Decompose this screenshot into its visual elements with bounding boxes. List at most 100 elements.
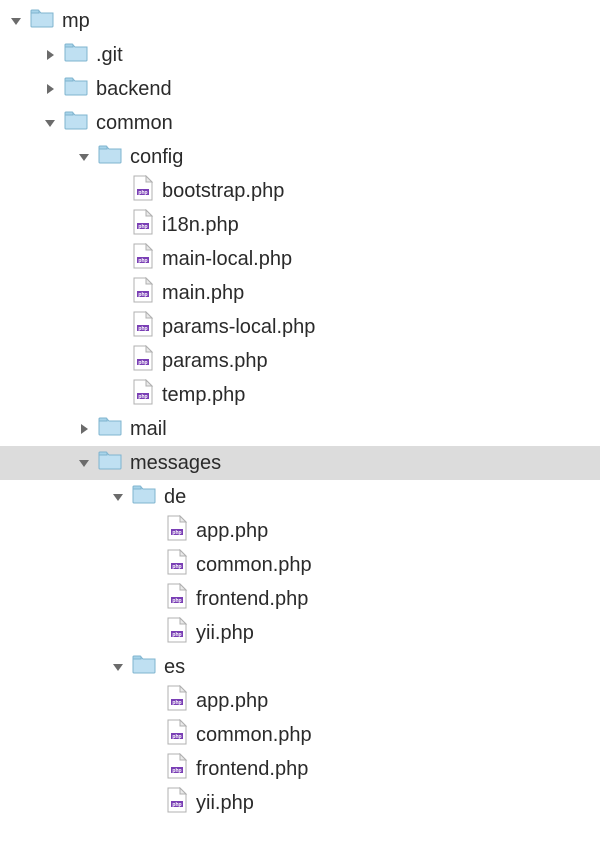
- svg-text:php: php: [138, 326, 147, 332]
- svg-text:php: php: [138, 258, 147, 264]
- tree-row-es-common-php[interactable]: phpcommon.php: [0, 718, 600, 752]
- php-file-icon: php: [132, 175, 162, 207]
- chevron-right-icon[interactable]: [76, 421, 92, 437]
- svg-text:php: php: [138, 394, 147, 400]
- tree-row-params-local-php[interactable]: php params-local.php: [0, 310, 600, 344]
- tree-row-main-php[interactable]: php main.php: [0, 276, 600, 310]
- tree-row-de[interactable]: de: [0, 480, 600, 514]
- disclosure-placeholder: [144, 591, 160, 607]
- php-file-icon: php: [132, 311, 162, 343]
- chevron-down-icon[interactable]: [42, 115, 58, 131]
- tree-item-label: temp.php: [162, 384, 245, 407]
- chevron-down-icon[interactable]: [8, 13, 24, 29]
- tree-row-backend[interactable]: backend: [0, 72, 600, 106]
- folder-icon: [64, 110, 96, 136]
- folder-icon: [132, 484, 164, 510]
- disclosure-placeholder: [144, 625, 160, 641]
- tree-item-label: frontend.php: [196, 758, 308, 781]
- disclosure-placeholder: [144, 727, 160, 743]
- php-file-icon: php: [166, 617, 196, 649]
- tree-row-params-php[interactable]: php params.php: [0, 344, 600, 378]
- php-file-icon: php: [166, 787, 196, 819]
- tree-row-i18n-php[interactable]: phpi18n.php: [0, 208, 600, 242]
- php-file-icon: php: [166, 515, 196, 547]
- disclosure-placeholder: [110, 285, 126, 301]
- disclosure-placeholder: [144, 523, 160, 539]
- tree-item-label: params.php: [162, 350, 268, 373]
- file-tree: mp .git backend commonconfigphpbootstrap.ph…: [0, 0, 600, 820]
- tree-row-de-app-php[interactable]: php app.php: [0, 514, 600, 548]
- chevron-down-icon[interactable]: [76, 455, 92, 471]
- php-file-icon: php: [132, 379, 162, 411]
- tree-item-label: app.php: [196, 520, 268, 543]
- disclosure-placeholder: [144, 761, 160, 777]
- chevron-right-icon[interactable]: [42, 81, 58, 97]
- svg-text:php: php: [138, 190, 147, 196]
- tree-row-de-yii-php[interactable]: php yii.php: [0, 616, 600, 650]
- tree-row-de-common-php[interactable]: php common.php: [0, 548, 600, 582]
- tree-item-label: main.php: [162, 282, 244, 305]
- php-file-icon: php: [132, 209, 162, 241]
- disclosure-placeholder: [144, 693, 160, 709]
- tree-item-label: common.php: [196, 554, 312, 577]
- php-file-icon: php: [166, 685, 196, 717]
- tree-item-label: de: [164, 486, 186, 509]
- php-file-icon: php: [166, 753, 196, 785]
- svg-text:php: php: [172, 564, 181, 570]
- php-file-icon: php: [132, 277, 162, 309]
- svg-text:php: php: [172, 598, 181, 604]
- svg-text:php: php: [172, 530, 181, 536]
- tree-row-es-yii-php[interactable]: php yii.php: [0, 786, 600, 820]
- tree-row-bootstrap-php[interactable]: phpbootstrap.php: [0, 174, 600, 208]
- folder-icon: [98, 144, 130, 170]
- svg-text:php: php: [172, 700, 181, 706]
- tree-item-label: frontend.php: [196, 588, 308, 611]
- svg-text:php: php: [138, 224, 147, 230]
- php-file-icon: php: [132, 345, 162, 377]
- tree-row-es-app-php[interactable]: php app.php: [0, 684, 600, 718]
- chevron-right-icon[interactable]: [42, 47, 58, 63]
- php-file-icon: php: [132, 243, 162, 275]
- tree-row-de-frontend-php[interactable]: php frontend.php: [0, 582, 600, 616]
- tree-item-label: params-local.php: [162, 316, 315, 339]
- tree-row-main-local-php[interactable]: phpmain-local.php: [0, 242, 600, 276]
- disclosure-placeholder: [110, 217, 126, 233]
- tree-row-temp-php[interactable]: php temp.php: [0, 378, 600, 412]
- php-file-icon: php: [166, 719, 196, 751]
- tree-row-config[interactable]: config: [0, 140, 600, 174]
- chevron-down-icon[interactable]: [110, 659, 126, 675]
- tree-row-common[interactable]: common: [0, 106, 600, 140]
- svg-text:php: php: [172, 802, 181, 808]
- tree-item-label: backend: [96, 78, 172, 101]
- tree-item-label: .git: [96, 44, 123, 67]
- disclosure-placeholder: [144, 557, 160, 573]
- folder-icon: [98, 416, 130, 442]
- disclosure-placeholder: [110, 251, 126, 267]
- tree-row-git[interactable]: .git: [0, 38, 600, 72]
- tree-row-messages[interactable]: messages: [0, 446, 600, 480]
- php-file-icon: php: [166, 549, 196, 581]
- folder-icon: [64, 42, 96, 68]
- folder-icon: [30, 8, 62, 34]
- folder-icon: [64, 76, 96, 102]
- tree-item-label: yii.php: [196, 792, 254, 815]
- tree-row-mail[interactable]: mail: [0, 412, 600, 446]
- svg-text:php: php: [138, 360, 147, 366]
- disclosure-placeholder: [110, 353, 126, 369]
- chevron-down-icon[interactable]: [76, 149, 92, 165]
- folder-icon: [98, 450, 130, 476]
- tree-item-label: es: [164, 656, 185, 679]
- tree-item-label: mail: [130, 418, 167, 441]
- tree-item-label: messages: [130, 452, 221, 475]
- tree-row-es-frontend-php[interactable]: php frontend.php: [0, 752, 600, 786]
- tree-row-es[interactable]: es: [0, 650, 600, 684]
- tree-item-label: app.php: [196, 690, 268, 713]
- svg-text:php: php: [172, 768, 181, 774]
- chevron-down-icon[interactable]: [110, 489, 126, 505]
- svg-text:php: php: [172, 632, 181, 638]
- tree-item-label: common.php: [196, 724, 312, 747]
- svg-text:php: php: [138, 292, 147, 298]
- disclosure-placeholder: [144, 795, 160, 811]
- tree-row-mp[interactable]: mp: [0, 4, 600, 38]
- tree-item-label: yii.php: [196, 622, 254, 645]
